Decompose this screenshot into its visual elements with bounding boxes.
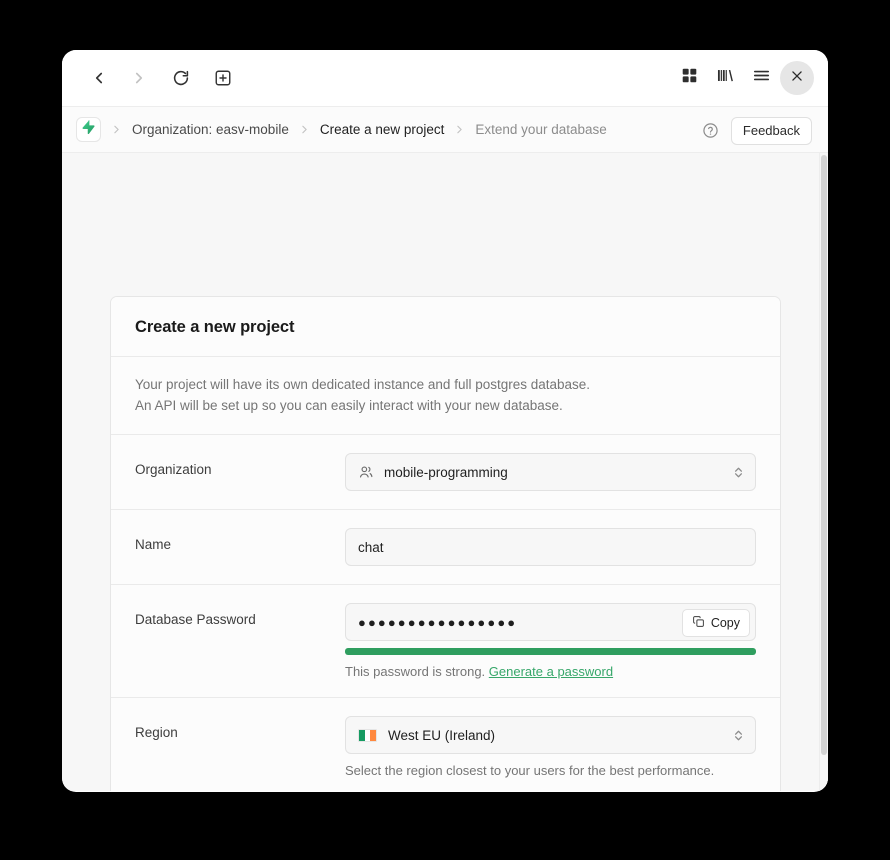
generate-password-link[interactable]: Generate a password bbox=[489, 664, 613, 679]
toolbar-actions bbox=[672, 50, 814, 106]
flag-ireland-icon bbox=[358, 728, 377, 742]
project-name-input[interactable]: chat bbox=[345, 528, 756, 567]
password-strength-text: This password is strong. bbox=[345, 664, 486, 680]
extensions-button[interactable] bbox=[672, 61, 706, 95]
forward-button[interactable] bbox=[122, 61, 156, 95]
feedback-button-label: Feedback bbox=[742, 123, 800, 138]
password-field: ●●●●●●●●●●●●●●●● Copy This password is s… bbox=[345, 603, 756, 679]
reload-icon bbox=[172, 69, 190, 87]
card-description-section: Your project will have its own dedicated… bbox=[111, 356, 780, 435]
books-icon bbox=[716, 66, 735, 90]
back-button[interactable] bbox=[82, 61, 116, 95]
breadcrumb-item-extend-database: Extend your database bbox=[475, 122, 607, 137]
feedback-button[interactable]: Feedback bbox=[730, 116, 812, 145]
region-section: Region West EU (Ireland) Select the regi… bbox=[111, 697, 780, 791]
region-hint: Select the region closest to your users … bbox=[345, 763, 715, 779]
breadcrumb-item-create-project[interactable]: Create a new project bbox=[320, 122, 445, 137]
database-password-input[interactable]: ●●●●●●●●●●●●●●●● Copy bbox=[345, 603, 756, 642]
organization-field: mobile-programming bbox=[345, 453, 756, 492]
password-label: Database Password bbox=[135, 612, 256, 628]
name-label: Name bbox=[135, 537, 172, 553]
page-title: Create a new project bbox=[135, 318, 295, 336]
breadcrumb-actions: Feedback bbox=[702, 107, 812, 154]
scrollbar-thumb[interactable] bbox=[820, 155, 827, 755]
copy-icon bbox=[692, 615, 705, 631]
database-password-value: ●●●●●●●●●●●●●●●● bbox=[358, 614, 518, 630]
organization-row: Organization mobile-programming bbox=[135, 453, 756, 492]
project-name-value: chat bbox=[358, 539, 384, 555]
breadcrumb-separator bbox=[110, 123, 123, 136]
browser-window: https://supabase.com/dashboard/new/gbqoe bbox=[62, 50, 828, 792]
new-tab-button[interactable] bbox=[206, 61, 240, 95]
card-description-line-2: An API will be set up so you can easily … bbox=[135, 397, 563, 413]
browser-toolbar: https://supabase.com/dashboard/new/gbqoe bbox=[62, 50, 828, 144]
close-button[interactable] bbox=[780, 61, 814, 95]
breadcrumb-separator bbox=[298, 123, 311, 136]
menu-button[interactable] bbox=[744, 61, 778, 95]
name-row: Name chat bbox=[135, 528, 756, 567]
region-value: West EU (Ireland) bbox=[388, 727, 496, 743]
password-section: Database Password ●●●●●●●●●●●●●●●● Copy … bbox=[111, 584, 780, 698]
breadcrumb-separator bbox=[453, 123, 466, 136]
organization-section: Organization mobile-programming bbox=[111, 434, 780, 510]
page-body: Create a new project Your project will h… bbox=[62, 153, 828, 791]
hamburger-icon bbox=[752, 66, 771, 90]
name-section: Name chat bbox=[111, 509, 780, 585]
copy-password-button[interactable]: Copy bbox=[681, 609, 750, 638]
organization-label: Organization bbox=[135, 462, 212, 478]
create-project-card: Create a new project Your project will h… bbox=[110, 296, 781, 791]
chevron-right-icon bbox=[130, 69, 148, 87]
breadcrumb: Organization: easv-mobile Create a new p… bbox=[62, 106, 828, 153]
name-field: chat bbox=[345, 528, 756, 567]
organization-select[interactable]: mobile-programming bbox=[345, 453, 756, 492]
region-field: West EU (Ireland) Select the region clos… bbox=[345, 716, 756, 778]
new-tab-icon bbox=[214, 69, 232, 87]
chevron-up-down-icon bbox=[732, 464, 745, 481]
grid-icon bbox=[681, 67, 698, 89]
supabase-logo-button[interactable] bbox=[76, 117, 101, 142]
chevron-up-down-icon bbox=[732, 727, 745, 744]
users-icon bbox=[358, 464, 374, 480]
card-header: Create a new project bbox=[111, 297, 780, 356]
supabase-logo-icon bbox=[82, 120, 95, 139]
copy-password-label: Copy bbox=[710, 616, 740, 631]
region-row: Region West EU (Ireland) Select the regi… bbox=[135, 716, 756, 778]
reload-button[interactable] bbox=[164, 61, 198, 95]
organization-value: mobile-programming bbox=[384, 464, 508, 480]
region-select[interactable]: West EU (Ireland) bbox=[345, 716, 756, 755]
password-strength-hint: This password is strong. Generate a pass… bbox=[345, 664, 756, 679]
region-label: Region bbox=[135, 725, 178, 741]
close-icon bbox=[790, 69, 804, 88]
library-button[interactable] bbox=[708, 61, 742, 95]
password-row: Database Password ●●●●●●●●●●●●●●●● Copy … bbox=[135, 603, 756, 679]
card-description-line-1: Your project will have its own dedicated… bbox=[135, 377, 591, 392]
breadcrumb-item-organization[interactable]: Organization: easv-mobile bbox=[132, 122, 289, 137]
scrollbar-track[interactable] bbox=[819, 153, 828, 791]
password-strength-bar bbox=[345, 648, 756, 656]
chevron-left-icon bbox=[90, 69, 108, 87]
question-circle-icon[interactable] bbox=[702, 122, 719, 139]
